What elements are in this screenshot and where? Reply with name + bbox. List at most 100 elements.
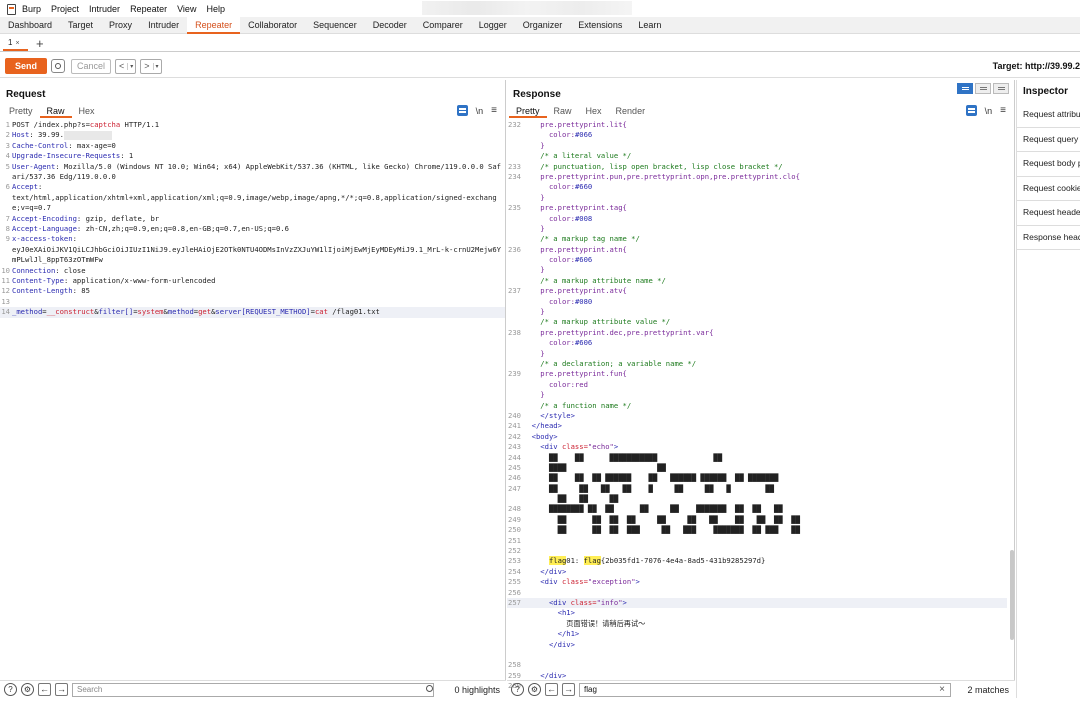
code-line[interactable]: 247 ██ ██ ██ ██ █ ██ ██ █ ██	[507, 484, 1007, 494]
inspector-response-headers[interactable]: Response headers	[1017, 226, 1080, 250]
code-line[interactable]: }	[507, 307, 1007, 317]
menu-burp[interactable]: Burp	[22, 4, 41, 14]
wrap-lines-icon[interactable]	[965, 105, 977, 116]
tab-extensions[interactable]: Extensions	[570, 17, 630, 34]
tab-intruder[interactable]: Intruder	[140, 17, 187, 34]
help-icon[interactable]: ?	[511, 683, 524, 696]
code-line[interactable]: text/html,application/xhtml+xml,applicat…	[0, 193, 505, 214]
response-editor[interactable]: 232 pre.prettyprint.lit{ color:#066 } /*…	[507, 120, 1007, 691]
code-line[interactable]: 246 ██ ██ ██ ██████ ██ ██████ ██████ ██ …	[507, 473, 1007, 483]
hamburger-menu-icon[interactable]: ≡	[1000, 105, 1006, 116]
help-icon[interactable]: ?	[4, 683, 17, 696]
tab-hex[interactable]: Hex	[579, 106, 609, 118]
history-back-button[interactable]: < ▾	[115, 58, 137, 74]
menu-repeater[interactable]: Repeater	[130, 4, 167, 14]
request-editor[interactable]: 1 POST /index.php?s=captcha HTTP/1.1 2 Host…	[0, 120, 505, 318]
history-forward-button[interactable]: > ▾	[140, 58, 162, 74]
tab-hex[interactable]: Hex	[72, 106, 102, 118]
hamburger-menu-icon[interactable]: ≡	[491, 105, 497, 116]
code-line[interactable]: 9 x-access-token:	[0, 234, 505, 244]
layout-tabs-icon[interactable]	[993, 83, 1009, 94]
code-line[interactable]: color:#660	[507, 182, 1007, 192]
menu-project[interactable]: Project	[51, 4, 79, 14]
wrap-lines-icon[interactable]	[456, 105, 468, 116]
cancel-button[interactable]: Cancel	[71, 58, 111, 74]
code-line[interactable]: /* a markup tag name */	[507, 234, 1007, 244]
tab-render[interactable]: Render	[609, 106, 653, 118]
code-line[interactable]: 254 </div>	[507, 567, 1007, 577]
clear-search-icon[interactable]: ×	[939, 684, 945, 696]
code-line[interactable]: 5 User-Agent: Mozilla/5.0 (Windows NT 10.…	[0, 162, 505, 183]
code-line[interactable]: 234 pre.prettyprint.pun,pre.prettyprint.…	[507, 172, 1007, 182]
layout-stacked-icon[interactable]	[975, 83, 991, 94]
code-line[interactable]: color:#606	[507, 338, 1007, 348]
tab-dashboard[interactable]: Dashboard	[0, 17, 60, 34]
code-line[interactable]: 258	[507, 660, 1007, 670]
tab-learn[interactable]: Learn	[630, 17, 669, 34]
chevron-down-icon[interactable]: ▾	[152, 62, 161, 70]
previous-match-icon[interactable]: ←	[38, 683, 51, 696]
code-line[interactable]: 238 pre.prettyprint.dec,pre.prettyprint.…	[507, 328, 1007, 338]
code-line[interactable]: 236 pre.prettyprint.atn{	[507, 245, 1007, 255]
code-line[interactable]: </h1>	[507, 629, 1007, 639]
code-line[interactable]: color:#080	[507, 297, 1007, 307]
code-line[interactable]: color:#606	[507, 255, 1007, 265]
code-line[interactable]: 248 ████████ ██ ██ ██ ██ ███████ ██ ██ █…	[507, 504, 1007, 514]
chevron-down-icon[interactable]: ▾	[127, 62, 135, 70]
tab-raw[interactable]: Raw	[39, 106, 72, 118]
code-line[interactable]: 3 Cache-Control: max-age=0	[0, 141, 505, 151]
code-line[interactable]: 245 ████ ██	[507, 463, 1007, 473]
code-line[interactable]: <h1>	[507, 608, 1007, 618]
inspector-request-body[interactable]: Request body parameters	[1017, 152, 1080, 177]
code-line[interactable]: 240 </style>	[507, 411, 1007, 421]
code-line[interactable]: 7 Accept-Encoding: gzip, deflate, br	[0, 214, 505, 224]
code-line[interactable]: 232 pre.prettyprint.lit{	[507, 120, 1007, 130]
code-line[interactable]: 233 /* punctuation, lisp open bracket, l…	[507, 162, 1007, 172]
code-line[interactable]: }	[507, 265, 1007, 275]
tab-collaborator[interactable]: Collaborator	[240, 17, 305, 34]
code-line[interactable]: /* a declaration; a variable name */	[507, 359, 1007, 369]
code-line[interactable]: 237 pre.prettyprint.atv{	[507, 286, 1007, 296]
code-line[interactable]: 255 <div class="exception">	[507, 577, 1007, 587]
menu-view[interactable]: View	[177, 4, 196, 14]
tab-raw[interactable]: Raw	[547, 106, 579, 118]
code-line[interactable]: 2 Host: 39.99.	[0, 130, 505, 140]
code-line[interactable]: /* a function name */	[507, 401, 1007, 411]
code-line[interactable]: /* a markup attribute name */	[507, 276, 1007, 286]
code-line[interactable]: 250 ██ ██ ██ ███ ██ ███ ███████ ██ ███ █…	[507, 525, 1007, 535]
tab-sequencer[interactable]: Sequencer	[305, 17, 365, 34]
code-line[interactable]: }	[507, 141, 1007, 151]
code-line[interactable]: 页面错误！请稍后再试～	[507, 619, 1007, 629]
gear-icon[interactable]	[51, 59, 65, 73]
close-icon[interactable]: ×	[15, 40, 19, 47]
code-line[interactable]: 4 Upgrade-Insecure-Requests: 1	[0, 151, 505, 161]
code-line[interactable]: eyJ0eXAiOiJKV1QiLCJhbGciOiJIUzI1NiJ9.eyJ…	[0, 245, 505, 266]
code-line[interactable]: 251	[507, 536, 1007, 546]
code-line[interactable]: 14 _method=__construct&filter[]=system&me…	[0, 307, 505, 318]
code-line[interactable]: 253 flag01: flag{2b035fd1-7076-4e4a-8ad5…	[507, 556, 1007, 566]
code-line[interactable]: 1 POST /index.php?s=captcha HTTP/1.1	[0, 120, 505, 130]
scrollbar[interactable]	[1010, 550, 1014, 640]
tab-repeater[interactable]: Repeater	[187, 17, 241, 34]
next-match-icon[interactable]: →	[55, 683, 68, 696]
code-line[interactable]	[507, 650, 1007, 660]
tab-logger[interactable]: Logger	[471, 17, 515, 34]
tab-pretty[interactable]: Pretty	[2, 106, 40, 118]
send-button[interactable]: Send	[5, 58, 47, 74]
code-line[interactable]: ██ ██ ██	[507, 494, 1007, 504]
layout-side-by-side-icon[interactable]	[957, 83, 973, 94]
code-line[interactable]: 12 Content-Length: 85	[0, 286, 505, 296]
repeater-tab-1[interactable]: 1 ×	[3, 35, 28, 51]
code-line[interactable]: 243 <div class="echo">	[507, 442, 1007, 452]
code-line[interactable]: /* a markup attribute value */	[507, 317, 1007, 327]
target-label[interactable]: Target: http://39.99.2	[993, 61, 1080, 71]
previous-match-icon[interactable]: ←	[545, 683, 558, 696]
newline-toggle[interactable]: \n	[476, 106, 484, 116]
code-line[interactable]: }	[507, 193, 1007, 203]
inspector-request-query[interactable]: Request query parameters	[1017, 128, 1080, 152]
tab-decoder[interactable]: Decoder	[365, 17, 415, 34]
inspector-request-attributes[interactable]: Request attributes	[1017, 103, 1080, 128]
code-line[interactable]: 252	[507, 546, 1007, 556]
code-line[interactable]: color:#066	[507, 130, 1007, 140]
code-line[interactable]: 11 Content-Type: application/x-www-form-u…	[0, 276, 505, 286]
